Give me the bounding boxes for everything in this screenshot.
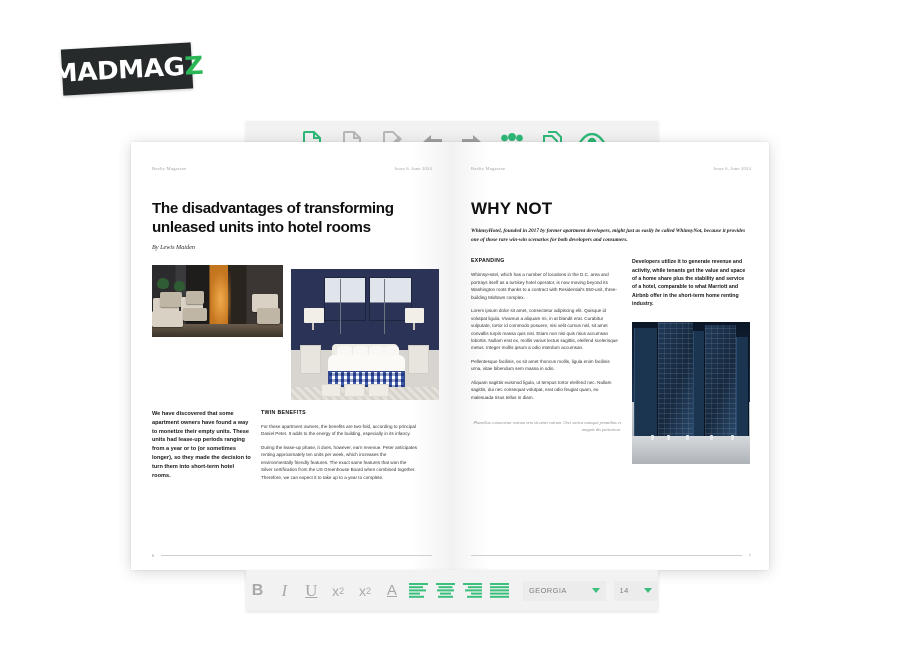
left-column-lead: We have discovered that some apartment o… [152,410,251,481]
left-page-columns: We have discovered that some apartment o… [152,410,432,481]
font-family-select[interactable]: GEORGIA [522,580,606,601]
hotel-lobby-photo[interactable] [152,264,283,337]
madmagz-editor: MADMAGZ Realty Magazine Issue 6, June 20… [0,0,900,670]
magazine-spread[interactable]: Realty Magazine Issue 6, June 2024 The d… [131,142,769,570]
underline-button[interactable]: U [300,578,323,604]
right-column-body: EXPANDING WhimsyHotel, which has a numbe… [471,258,621,464]
align-center-button[interactable] [434,578,457,604]
align-left-button[interactable] [407,578,430,604]
align-right-icon [463,583,483,598]
article-title[interactable]: The disadvantages of transforming unleas… [152,199,432,238]
align-center-icon [436,583,456,598]
issue-label-left: Issue 6, June 2024 [394,166,432,171]
section-heading-expanding[interactable]: EXPANDING [471,258,621,264]
page-right-footer: 7 [471,553,751,558]
bed-duvet [328,355,405,373]
page-left[interactable]: Realty Magazine Issue 6, June 2024 The d… [131,142,450,570]
subscript-base: x [359,582,367,599]
subscript-button[interactable]: x2 [354,578,377,604]
page-left-footer: 6 [152,553,432,558]
text-color-button[interactable]: A [380,578,403,604]
right-column-sidebar: Developers utilize it to generate revenu… [632,258,750,465]
right-page-columns: EXPANDING WhimsyHotel, which has a numbe… [471,258,751,465]
superscript-button[interactable]: x2 [327,578,350,604]
bedroom-illustration [291,268,439,400]
left-page-images [152,264,439,400]
page-number-left: 6 [152,553,155,558]
logo-word: MADMAG [50,51,185,88]
bold-button[interactable]: B [246,578,269,604]
font-size-value: 14 [619,586,629,595]
madmagz-logo: MADMAGZ [51,42,203,96]
issue-label-right: Issue 6, June 2024 [713,166,751,171]
hotel-bedroom-photo[interactable] [291,268,439,400]
footer-rule [471,555,742,556]
align-left-icon [409,583,429,598]
tower-illustration [632,322,750,465]
body-paragraph[interactable]: Pellentesque facilisis, ex sit amet rhon… [471,358,621,373]
page-right-header: Realty Magazine Issue 6, June 2024 [471,166,751,171]
pull-quote[interactable]: Developers utilize it to generate revenu… [632,258,750,308]
body-paragraph[interactable]: Aliquam sagittis euismod ligula, ut temp… [471,379,621,401]
section-heading-twin-benefits[interactable]: TWIN BENEFITS [261,410,419,416]
subscript-index: 2 [366,585,372,596]
chevron-down-icon [643,588,652,593]
body-paragraph[interactable]: During the lease-up phase, it does, howe… [261,444,419,481]
body-paragraph[interactable]: For these apartment owners, the benefits… [261,423,419,438]
article-lead-paragraph[interactable]: We have discovered that some apartment o… [152,410,251,481]
lobby-doorway-glow [209,270,231,329]
page-left-header: Realty Magazine Issue 6, June 2024 [152,166,432,171]
text-format-toolbar: B I U x2 x2 A GEORGIA 14 [246,570,658,611]
superscript-exponent: 2 [339,585,345,596]
image-caption[interactable]: Phasellus consectetur rutrum sem sit ame… [471,419,621,433]
font-size-select[interactable]: 14 [613,580,658,601]
body-paragraph[interactable]: Lorem ipsum dolor sit amet, consectetur … [471,307,621,352]
align-right-button[interactable] [461,578,484,604]
chevron-down-icon [591,588,600,593]
bedroom-rug [291,386,439,400]
footer-rule [161,555,432,556]
page-right[interactable]: Realty Magazine Issue 6, June 2024 WHY N… [450,142,769,570]
lobby-illustration [152,264,283,337]
right-page-title[interactable]: WHY NOT [471,199,751,219]
article-byline[interactable]: By Lewis Maiden [152,244,432,251]
magazine-name-left: Realty Magazine [152,166,187,171]
logo-accent-letter: Z [183,50,204,81]
italic-button[interactable]: I [273,578,296,604]
logo-background: MADMAGZ [51,42,203,96]
font-family-value: GEORGIA [528,586,567,595]
body-paragraph[interactable]: WhimsyHotel, which has a number of locat… [471,271,621,301]
wall-art-left [323,276,367,322]
logo-text: MADMAGZ [51,50,204,87]
page-number-right: 7 [748,553,751,558]
left-column-body: TWIN BENEFITS For these apartment owners… [261,410,419,481]
align-justify-button[interactable] [488,578,511,604]
plaza-ground [632,435,750,465]
superscript-base: x [332,582,340,599]
right-page-standfirst[interactable]: WhimsyHotel, founded in 2017 by former a… [471,227,751,244]
align-justify-icon [489,583,509,598]
glass-tower-photo[interactable] [632,322,750,465]
magazine-name-right: Realty Magazine [471,166,506,171]
